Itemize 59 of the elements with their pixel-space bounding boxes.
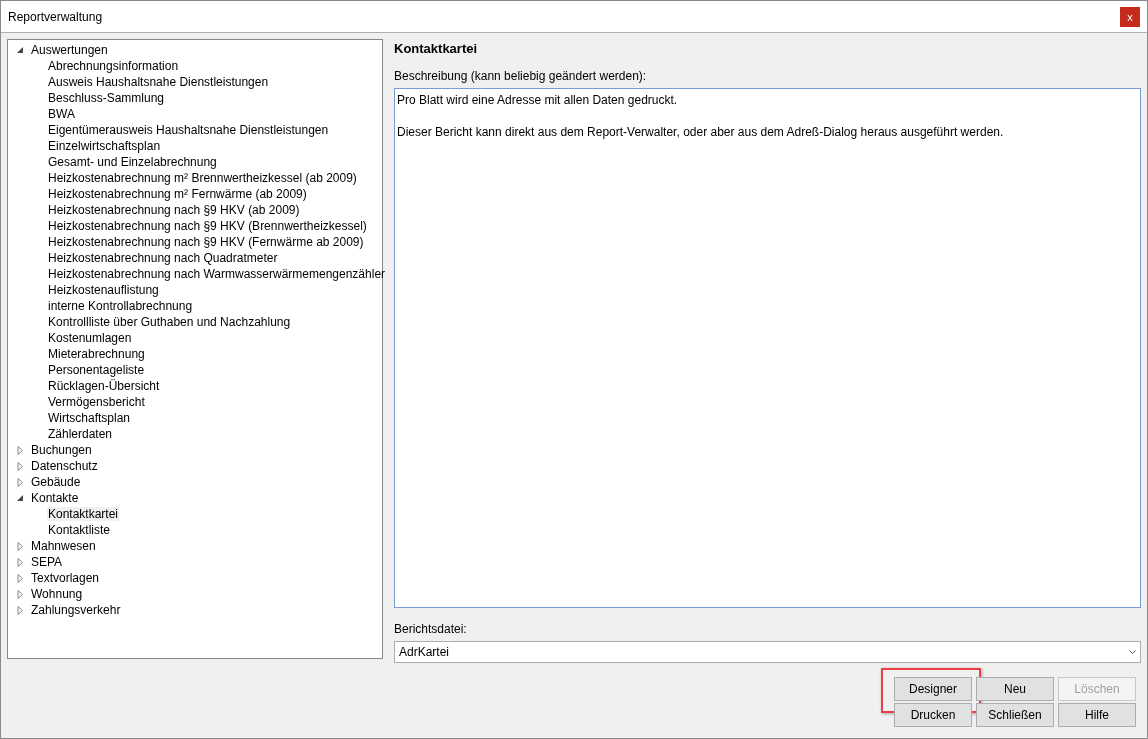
tree-item[interactable]: Kostenumlagen	[47, 331, 133, 345]
expanded-arrow-icon[interactable]	[16, 45, 25, 55]
dialog-button[interactable]: Hilfe	[1058, 703, 1136, 727]
tree-item[interactable]: BWA	[47, 107, 76, 121]
tree-group[interactable]: Buchungen	[30, 443, 93, 457]
tree-group[interactable]: Mahnwesen	[30, 539, 97, 553]
tree-item[interactable]: Kontaktliste	[47, 523, 112, 537]
tree-item[interactable]: Personentageliste	[47, 363, 146, 377]
tree-item[interactable]: Kontaktkartei	[47, 507, 120, 521]
tree-item[interactable]: Heizkostenabrechnung nach §9 HKV (Fernwärme ab 2009)	[47, 235, 365, 249]
tree-item[interactable]: Eigentümerausweis Haushaltsnahe Dienstleistungen	[47, 123, 330, 137]
tree-item[interactable]: interne Kontrollabrechnung	[47, 299, 194, 313]
tree-group[interactable]: Textvorlagen	[30, 571, 101, 585]
tree-item[interactable]: Gesamt- und Einzelabrechnung	[47, 155, 218, 169]
description-field[interactable]: Pro Blatt wird eine Adresse mit allen Daten gedruckt. Dieser Bericht kann direkt aus dem Report-Verwalter, oder aber aus dem Adreß-Dialog heraus ausgeführt werden.	[394, 88, 1141, 608]
tree-item[interactable]: Wirtschaftsplan	[47, 411, 132, 425]
chevron-down-icon	[1129, 649, 1136, 655]
tree-item[interactable]: Beschluss-Sammlung	[47, 91, 166, 105]
tree-item[interactable]: Ausweis Haushaltsnahe Dienstleistungen	[47, 75, 270, 89]
tree-group[interactable]: Kontakte	[30, 491, 80, 505]
collapsed-arrow-icon[interactable]	[16, 573, 25, 583]
tree-group[interactable]: Gebäude	[30, 475, 82, 489]
tree-item[interactable]: Heizkostenabrechnung nach Warmwasserwärmemengenzähler	[47, 267, 387, 281]
tree-item[interactable]: Heizkostenabrechnung m² Brennwertheizkessel (ab 2009)	[47, 171, 358, 185]
dialog-button[interactable]: Designer	[894, 677, 972, 701]
dialog-button[interactable]: Neu	[976, 677, 1054, 701]
collapsed-arrow-icon[interactable]	[16, 541, 25, 551]
file-label: Berichtsdatei:	[394, 622, 468, 636]
close-button[interactable]: x	[1120, 6, 1140, 27]
collapsed-arrow-icon[interactable]	[16, 589, 25, 599]
dialog-button[interactable]: Schließen	[976, 703, 1054, 727]
tree-item[interactable]: Mieterabrechnung	[47, 347, 146, 361]
tree-item[interactable]: Heizkostenabrechnung nach §9 HKV (Brennwertheizkessel)	[47, 219, 368, 233]
tree-group[interactable]: Zahlungsverkehr	[30, 603, 122, 617]
tree-item[interactable]: Vermögensbericht	[47, 395, 146, 409]
tree-item[interactable]: Kontrollliste über Guthaben und Nachzahlung	[47, 315, 292, 329]
tree-item[interactable]: Heizkostenabrechnung nach §9 HKV (ab 2009)	[47, 203, 301, 217]
collapsed-arrow-icon[interactable]	[16, 557, 25, 567]
tree-item[interactable]: Heizkostenabrechnung nach Quadratmeter	[47, 251, 279, 265]
tree-group[interactable]: Datenschutz	[30, 459, 99, 473]
report-heading: Kontaktkartei	[394, 41, 479, 56]
collapsed-arrow-icon[interactable]	[16, 461, 25, 471]
tree-item[interactable]: Zählerdaten	[47, 427, 114, 441]
tree-group[interactable]: Auswertungen	[30, 43, 109, 57]
tree-group[interactable]: SEPA	[30, 555, 64, 569]
window-title: Reportverwaltung	[8, 9, 103, 24]
file-dropdown[interactable]: AdrKartei	[394, 641, 1141, 663]
description-label: Beschreibung (kann beliebig geändert werden):	[394, 69, 648, 83]
tree-item[interactable]: Heizkostenabrechnung m² Fernwärme (ab 2009)	[47, 187, 308, 201]
tree-item[interactable]: Heizkostenauflistung	[47, 283, 160, 297]
expanded-arrow-icon[interactable]	[16, 493, 25, 503]
tree-item[interactable]: Einzelwirtschaftsplan	[47, 139, 162, 153]
tree-item[interactable]: Abrechnungsinformation	[47, 59, 180, 73]
collapsed-arrow-icon[interactable]	[16, 445, 25, 455]
collapsed-arrow-icon[interactable]	[16, 477, 25, 487]
dialog-button[interactable]: Drucken	[894, 703, 972, 727]
tree-group[interactable]: Wohnung	[30, 587, 84, 601]
tree-item[interactable]: Rücklagen-Übersicht	[47, 379, 161, 393]
collapsed-arrow-icon[interactable]	[16, 605, 25, 615]
